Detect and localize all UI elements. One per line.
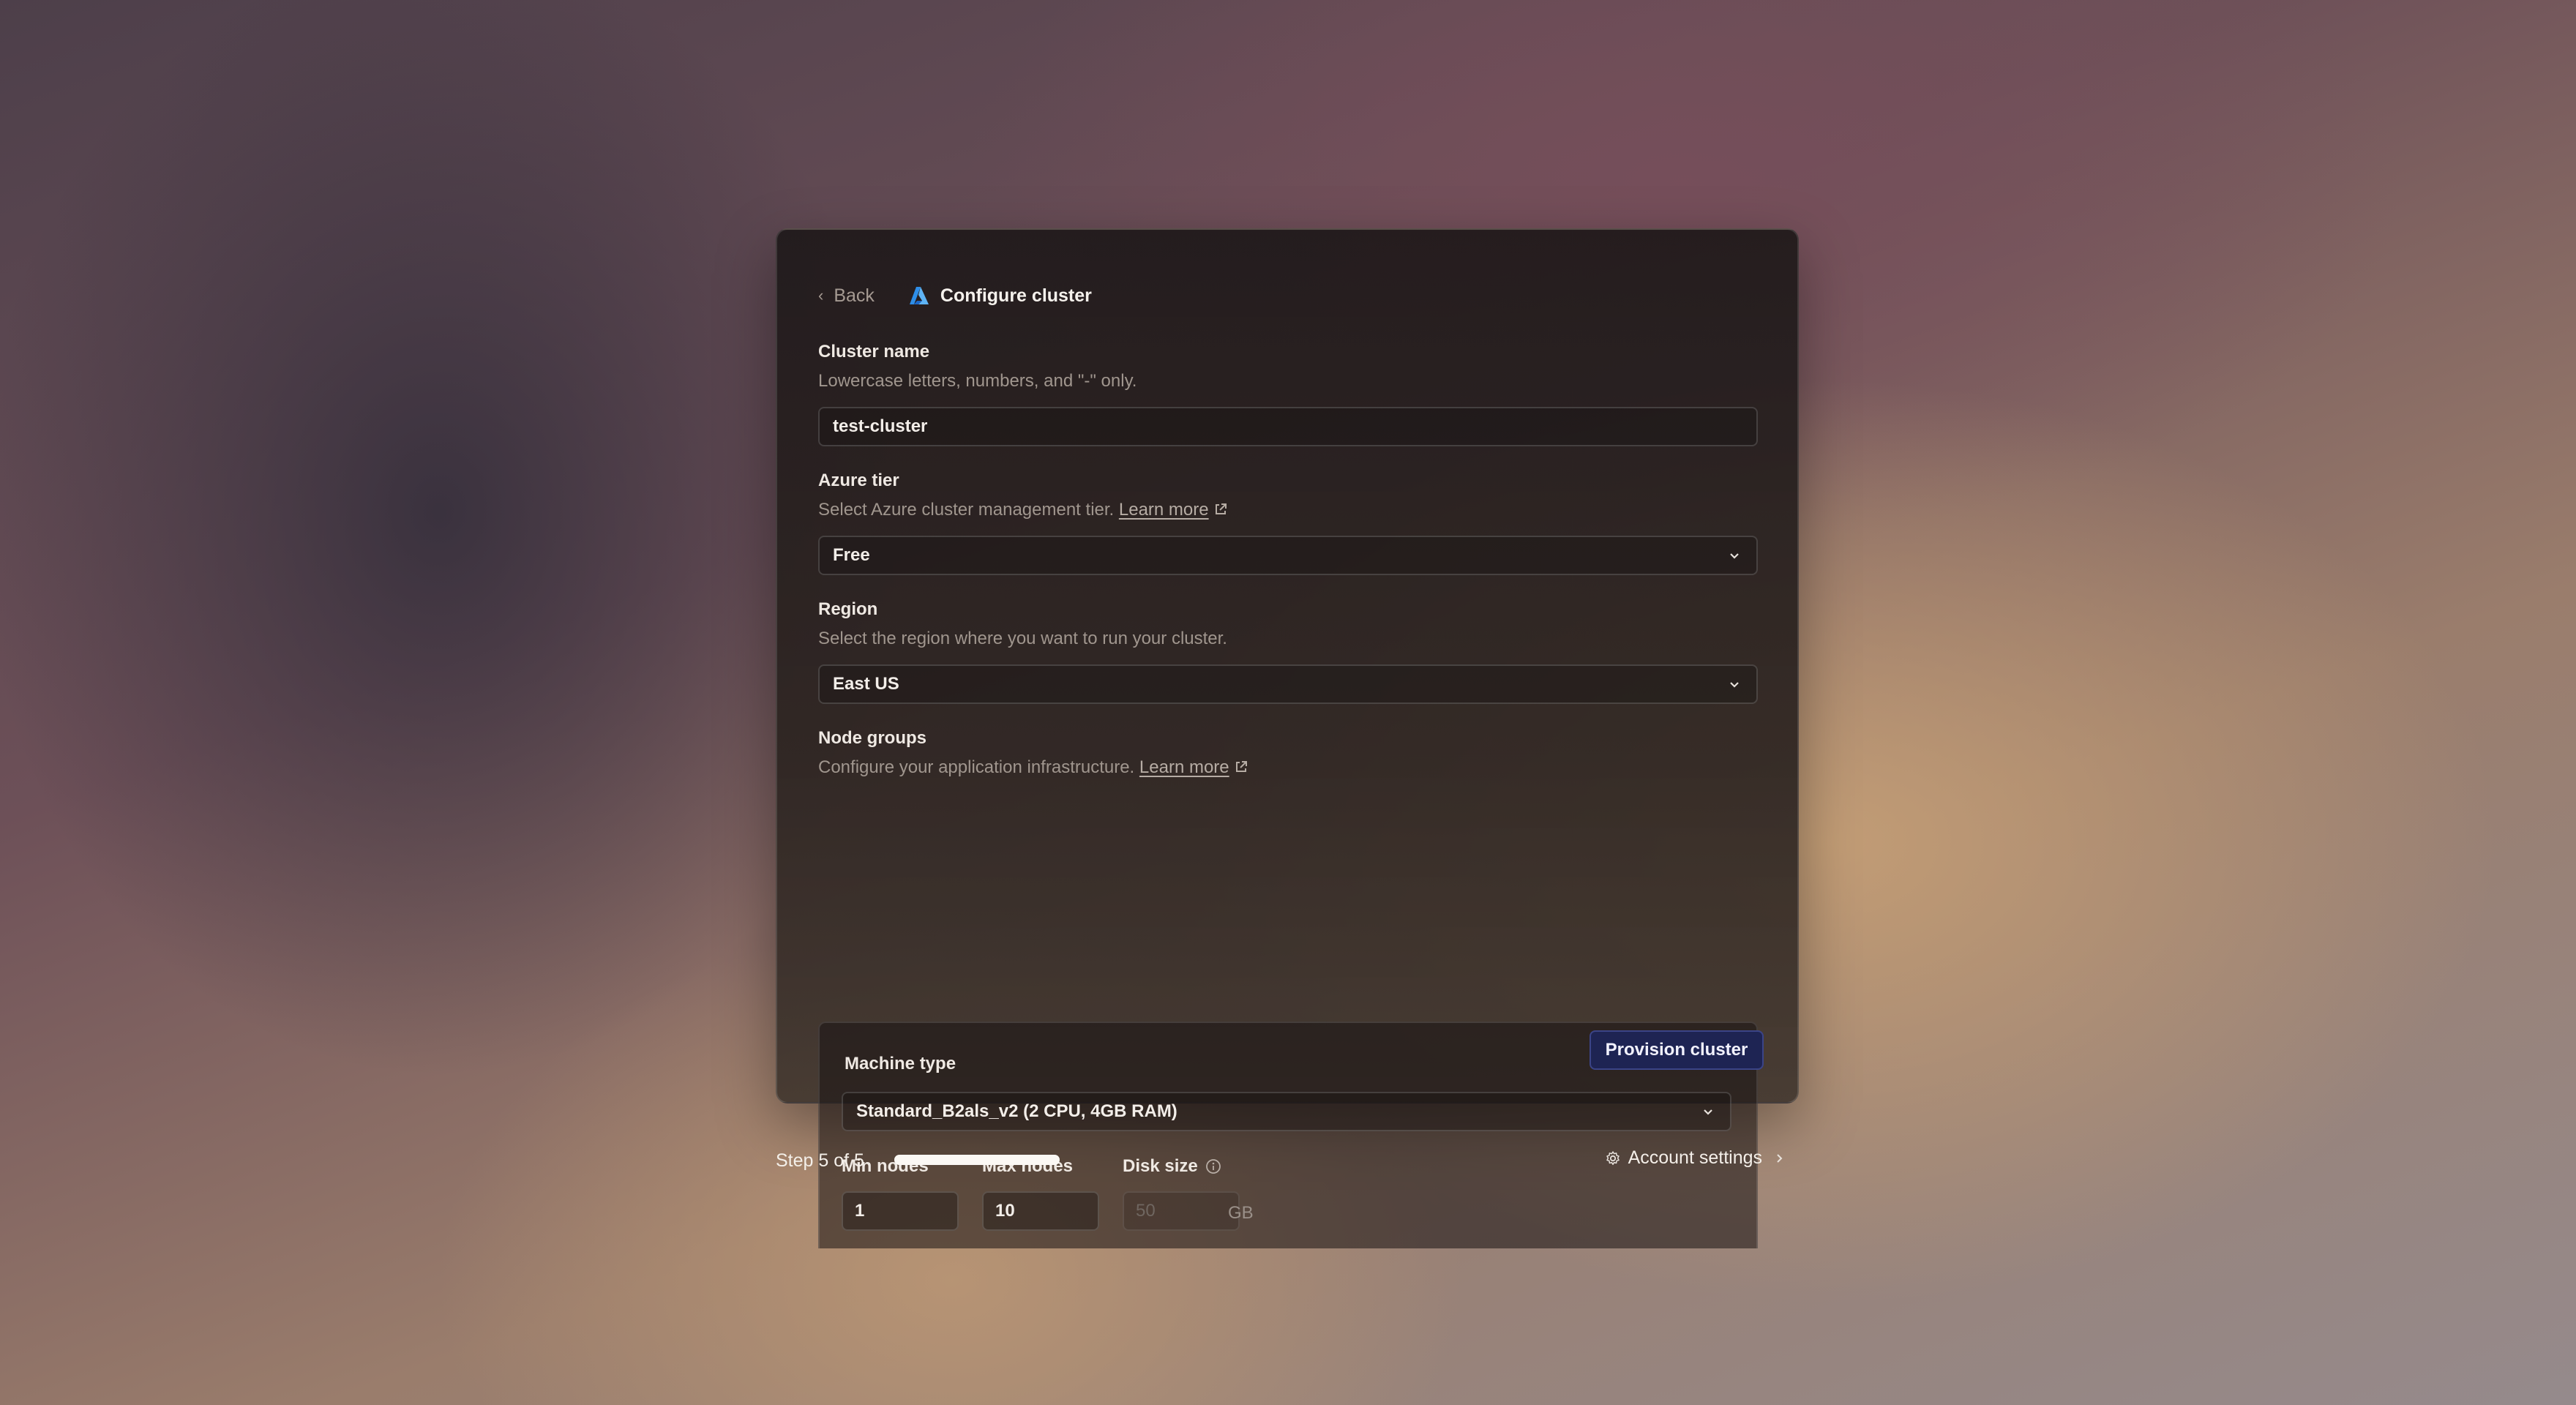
- min-nodes-input[interactable]: 1: [842, 1191, 959, 1231]
- chevron-down-icon: [1730, 553, 1739, 559]
- progress-bar: [894, 1155, 1060, 1165]
- chevron-down-icon: [1704, 1109, 1712, 1115]
- node-groups-description-text: Configure your application infrastructur…: [818, 757, 1135, 777]
- cluster-name-label: Cluster name: [818, 342, 930, 361]
- azure-tier-select[interactable]: Free: [818, 536, 1758, 575]
- azure-tier-label: Azure tier: [818, 471, 899, 490]
- disk-size-input: 50: [1123, 1191, 1240, 1231]
- account-settings-link[interactable]: Account settings: [1605, 1147, 1786, 1169]
- region-description: Select the region where you want to run …: [818, 629, 1227, 648]
- azure-tier-learn-more-text: Learn more: [1118, 500, 1209, 520]
- machine-type-label: Machine type: [845, 1054, 956, 1074]
- step-indicator: Step 5 of 5: [776, 1150, 864, 1171]
- node-groups-description: Configure your application infrastructur…: [818, 757, 1758, 779]
- max-nodes-input[interactable]: 10: [982, 1191, 1099, 1231]
- configure-cluster-card: ‹ Back Configure cluster Cluster name Lo…: [776, 228, 1799, 1248]
- node-groups-label: Node groups: [818, 728, 926, 748]
- azure-tier-selected: Free: [833, 545, 870, 565]
- region-selected: East US: [833, 674, 899, 694]
- disk-size-value: 50: [1136, 1201, 1156, 1221]
- progress-bar-fill: [894, 1155, 1060, 1165]
- gear-icon: [1606, 1150, 1620, 1165]
- page-title: Configure cluster: [940, 285, 1092, 306]
- region-section: Region Select the region where you want …: [818, 599, 1758, 704]
- back-button[interactable]: ‹ Back: [818, 285, 875, 307]
- region-label: Region: [818, 599, 878, 619]
- azure-tier-section: Azure tier Select Azure cluster manageme…: [818, 470, 1758, 575]
- azure-logo-icon: [909, 287, 929, 304]
- max-nodes-value: 10: [995, 1201, 1015, 1221]
- external-link-icon: [1235, 761, 1247, 772]
- cluster-name-section: Cluster name Lowercase letters, numbers,…: [818, 341, 1758, 446]
- region-select[interactable]: East US: [818, 664, 1758, 704]
- chevron-down-icon: [1730, 682, 1739, 688]
- cluster-name-value: test-cluster: [833, 416, 928, 436]
- node-groups-learn-more-link[interactable]: Learn more: [1139, 757, 1248, 777]
- cluster-name-input[interactable]: test-cluster: [818, 407, 1758, 446]
- min-nodes-value: 1: [855, 1201, 865, 1221]
- wizard-footer: Step 5 of 5 Account settings: [776, 1142, 1786, 1178]
- cluster-name-description: Lowercase letters, numbers, and "-" only…: [818, 371, 1137, 391]
- card-header: ‹ Back Configure cluster: [818, 274, 1092, 318]
- machine-type-select[interactable]: Standard_B2als_v2 (2 CPU, 4GB RAM): [842, 1092, 1731, 1131]
- node-groups-section: Node groups Configure your application i…: [818, 727, 1758, 779]
- azure-tier-description-text: Select Azure cluster management tier.: [818, 500, 1115, 520]
- node-groups-learn-more-text: Learn more: [1139, 757, 1229, 777]
- back-label: Back: [834, 285, 875, 306]
- disk-size-unit: GB: [1228, 1203, 1254, 1223]
- chevron-left-icon: ‹: [818, 286, 824, 304]
- machine-type-selected: Standard_B2als_v2 (2 CPU, 4GB RAM): [856, 1101, 1177, 1121]
- azure-tier-learn-more-link[interactable]: Learn more: [1119, 500, 1228, 520]
- account-settings-label: Account settings: [1628, 1147, 1762, 1168]
- azure-tier-description: Select Azure cluster management tier. Le…: [818, 499, 1758, 521]
- chevron-right-icon: [1777, 1153, 1783, 1163]
- provision-cluster-button[interactable]: Provision cluster: [1590, 1030, 1764, 1070]
- external-link-icon: [1215, 503, 1227, 514]
